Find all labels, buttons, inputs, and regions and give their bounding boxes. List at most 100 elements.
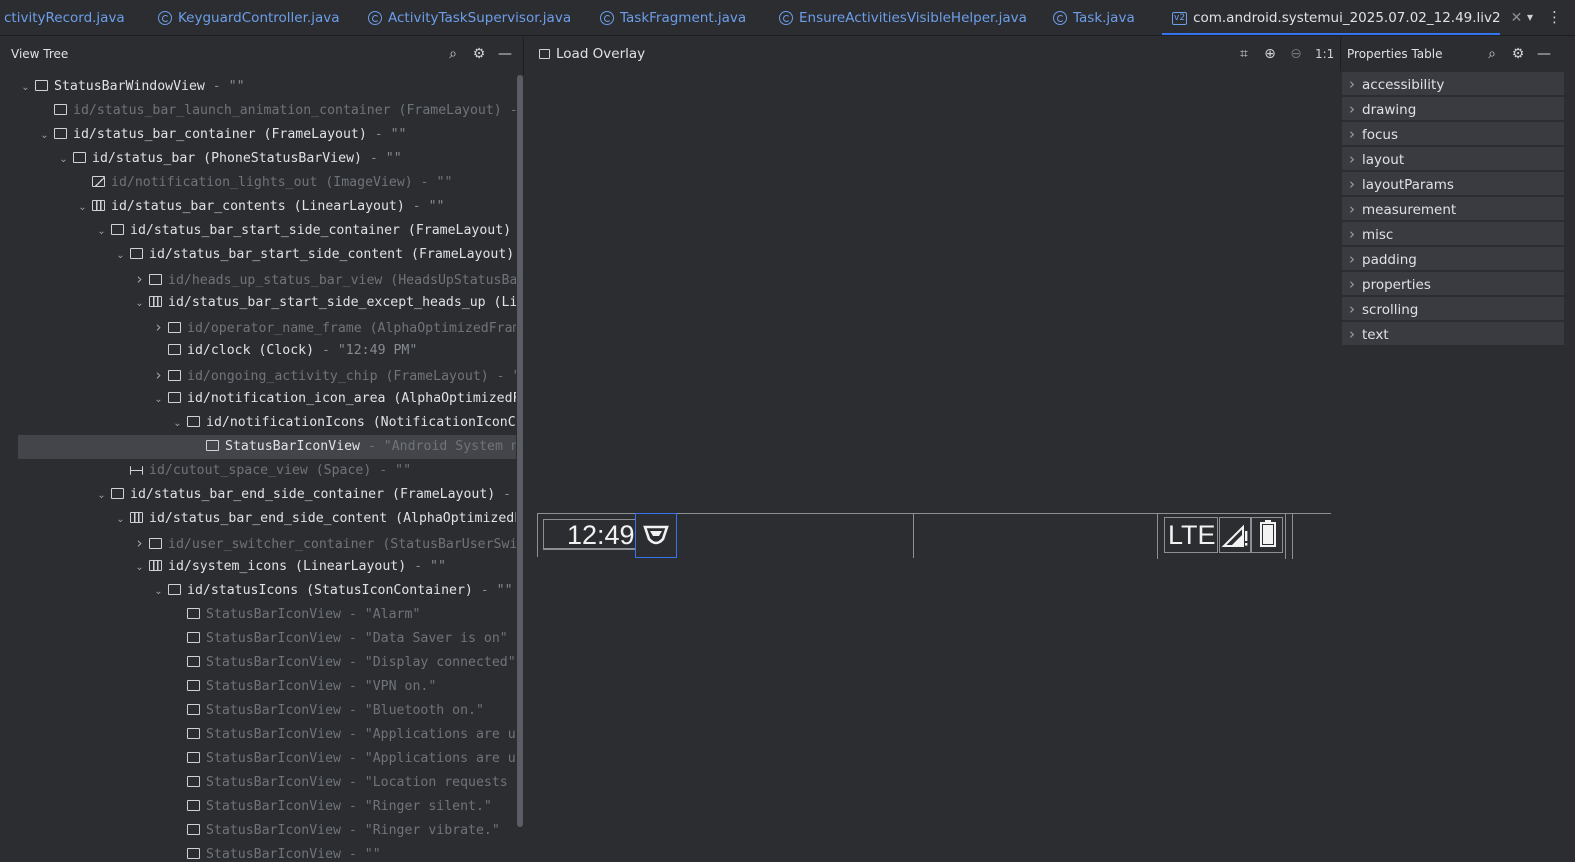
- tree-row[interactable]: id/notification_lights_out (ImageView) -…: [0, 171, 516, 195]
- collapse-chevron-icon[interactable]: ⌄: [92, 484, 111, 508]
- expand-chevron-icon[interactable]: ›: [1342, 147, 1362, 171]
- search-icon[interactable]: ⌕: [1485, 46, 1499, 62]
- zoom-in-icon[interactable]: ⊕: [1263, 46, 1277, 62]
- expand-chevron-icon[interactable]: ›: [1342, 172, 1362, 196]
- view-tree-scrollbar[interactable]: [516, 75, 524, 862]
- zoom-out-icon[interactable]: ⊖: [1289, 46, 1303, 62]
- tree-row-selected[interactable]: StatusBarIconView - "Android System no: [18, 435, 516, 459]
- collapse-chevron-icon[interactable]: ⌄: [130, 556, 149, 580]
- tree-row[interactable]: StatusBarIconView - "VPN on.": [0, 675, 516, 699]
- expand-chevron-icon[interactable]: ›: [130, 267, 149, 291]
- tree-row[interactable]: ⌄ id/status_bar_start_side_content (Frame…: [0, 243, 516, 267]
- zoom-actual-size[interactable]: 1:1: [1315, 47, 1334, 61]
- tree-row[interactable]: StatusBarIconView - "Applications are us: [0, 747, 516, 771]
- property-section-measurement[interactable]: › measurement: [1342, 197, 1564, 221]
- collapse-chevron-icon[interactable]: ⌄: [111, 244, 130, 268]
- tree-row[interactable]: ⌄ id/status_bar_end_side_content (AlphaOp…: [0, 507, 516, 531]
- collapse-chevron-icon[interactable]: ⌄: [35, 124, 54, 148]
- tab-ensure-activities-visible-helper[interactable]: EnsureActivitiesVisibleHelper.java: [779, 0, 1027, 35]
- expand-chevron-icon[interactable]: ›: [1342, 297, 1362, 321]
- tab-keyguard-controller[interactable]: KeyguardController.java: [158, 0, 340, 35]
- tree-row[interactable]: ⌄ id/status_bar (PhoneStatusBarView) - "": [0, 147, 516, 171]
- tab-task[interactable]: Task.java: [1053, 0, 1135, 35]
- expand-chevron-icon[interactable]: ›: [1342, 222, 1362, 246]
- tab-task-fragment[interactable]: TaskFragment.java: [600, 0, 746, 35]
- load-overlay-button[interactable]: Load Overlay: [539, 37, 645, 71]
- tree-row[interactable]: StatusBarIconView - "Data Saver is on": [0, 627, 516, 651]
- tree-row[interactable]: StatusBarIconView - "Bluetooth on.": [0, 699, 516, 723]
- search-icon[interactable]: ⌕: [446, 46, 460, 62]
- minimize-icon[interactable]: —: [1537, 46, 1551, 62]
- tab-activity-task-supervisor[interactable]: ActivityTaskSupervisor.java: [368, 0, 571, 35]
- tree-row[interactable]: StatusBarIconView - "Alarm": [0, 603, 516, 627]
- tree-row[interactable]: ⌄ id/notificationIcons (NotificationIconC…: [0, 411, 516, 435]
- scrollbar-thumb[interactable]: [517, 75, 523, 827]
- collapse-chevron-icon[interactable]: ⌄: [16, 76, 35, 100]
- expand-chevron-icon[interactable]: ›: [149, 315, 168, 339]
- property-section-scrolling[interactable]: › scrolling: [1342, 297, 1564, 321]
- property-section-focus[interactable]: › focus: [1342, 122, 1564, 146]
- expand-chevron-icon[interactable]: ›: [149, 363, 168, 387]
- tree-row[interactable]: ⌄ id/status_bar_contents (LinearLayout) -…: [0, 195, 516, 219]
- expand-chevron-icon[interactable]: ›: [130, 531, 149, 555]
- expand-chevron-icon[interactable]: ›: [1342, 197, 1362, 221]
- collapse-chevron-icon[interactable]: ⌄: [130, 292, 149, 316]
- tab-layout-snapshot[interactable]: v2 com.android.systemui_2025.07.02_12.49.…: [1162, 0, 1522, 35]
- expand-chevron-icon[interactable]: ›: [1342, 322, 1362, 346]
- device-render-canvas[interactable]: 12:49 LTE: [525, 71, 1341, 862]
- tree-row[interactable]: ⌄ id/status_bar_container (FrameLayout) -…: [0, 123, 516, 147]
- tree-row[interactable]: id/clock (Clock) - "12:49 PM": [0, 339, 516, 363]
- collapse-chevron-icon[interactable]: ⌄: [149, 388, 168, 412]
- tree-row[interactable]: ⌄ id/statusIcons (StatusIconContainer) - …: [0, 579, 516, 603]
- collapse-chevron-icon[interactable]: ⌄: [149, 580, 168, 604]
- collapse-chevron-icon[interactable]: ⌄: [92, 220, 111, 244]
- notification-icon-selected[interactable]: [635, 513, 677, 558]
- property-section-layoutParams[interactable]: › layoutParams: [1342, 172, 1564, 196]
- crop-icon[interactable]: ⌗: [1237, 46, 1251, 62]
- more-options-icon[interactable]: ⋮: [1547, 8, 1562, 26]
- tree-row[interactable]: ⌄ StatusBarWindowView - "": [0, 75, 516, 99]
- property-section-drawing[interactable]: › drawing: [1342, 97, 1564, 121]
- tree-row[interactable]: ⌄ id/status_bar_start_side_container (Fra…: [0, 219, 516, 243]
- tree-row[interactable]: ⌄ id/status_bar_end_side_container (Frame…: [0, 483, 516, 507]
- gear-icon[interactable]: ⚙: [1511, 46, 1525, 62]
- expand-chevron-icon[interactable]: ›: [1342, 272, 1362, 296]
- property-section-misc[interactable]: › misc: [1342, 222, 1564, 246]
- property-section-text[interactable]: › text: [1342, 322, 1564, 346]
- property-section-label: accessibility: [1362, 77, 1445, 93]
- view-icon: [168, 584, 181, 595]
- expand-chevron-icon[interactable]: ›: [1342, 72, 1362, 96]
- collapse-chevron-icon[interactable]: ⌄: [54, 148, 73, 172]
- tree-row[interactable]: StatusBarIconView - "Display connected": [0, 651, 516, 675]
- minimize-icon[interactable]: —: [498, 46, 512, 62]
- tree-row[interactable]: id/cutout_space_view (Space) - "": [0, 459, 516, 483]
- chevron-down-icon[interactable]: ▾: [1527, 10, 1533, 24]
- tab-activity-record[interactable]: ctivityRecord.java: [4, 0, 125, 35]
- collapse-chevron-icon[interactable]: ⌄: [73, 196, 92, 220]
- tree-row[interactable]: › id/user_switcher_container (StatusBarUs…: [0, 531, 517, 555]
- collapse-chevron-icon[interactable]: ⌄: [111, 508, 130, 532]
- editor-tab-bar: ctivityRecord.java KeyguardController.ja…: [0, 0, 1575, 36]
- expand-chevron-icon[interactable]: ›: [1342, 97, 1362, 121]
- gear-icon[interactable]: ⚙: [472, 46, 486, 62]
- tree-row[interactable]: id/status_bar_launch_animation_container…: [0, 99, 516, 123]
- tree-row[interactable]: ⌄ id/notification_icon_area (AlphaOptimiz…: [0, 387, 516, 411]
- expand-chevron-icon[interactable]: ›: [1342, 122, 1362, 146]
- tree-row[interactable]: › id/heads_up_status_bar_view (HeadsUpSta…: [0, 267, 517, 291]
- close-tab-icon[interactable]: ✕: [1511, 10, 1523, 26]
- tree-row[interactable]: › id/operator_name_frame (AlphaOptimizedF…: [0, 315, 517, 339]
- property-section-accessibility[interactable]: › accessibility: [1342, 72, 1564, 96]
- property-section-layout[interactable]: › layout: [1342, 147, 1564, 171]
- property-section-padding[interactable]: › padding: [1342, 247, 1564, 271]
- expand-chevron-icon[interactable]: ›: [1342, 247, 1362, 271]
- tree-row[interactable]: StatusBarIconView - "Location requests a: [0, 771, 516, 795]
- tree-row[interactable]: StatusBarIconView - "": [0, 843, 516, 862]
- tree-row[interactable]: ⌄ id/status_bar_start_side_except_heads_u…: [0, 291, 516, 315]
- tree-row[interactable]: StatusBarIconView - "Ringer silent.": [0, 795, 516, 819]
- tree-row[interactable]: › id/ongoing_activity_chip (FrameLayout) …: [0, 363, 517, 387]
- tree-row[interactable]: StatusBarIconView - "Ringer vibrate.": [0, 819, 516, 843]
- tree-row[interactable]: StatusBarIconView - "Applications are us: [0, 723, 516, 747]
- property-section-properties[interactable]: › properties: [1342, 272, 1564, 296]
- collapse-chevron-icon[interactable]: ⌄: [168, 412, 187, 436]
- tree-row[interactable]: ⌄ id/system_icons (LinearLayout) - "": [0, 555, 516, 579]
